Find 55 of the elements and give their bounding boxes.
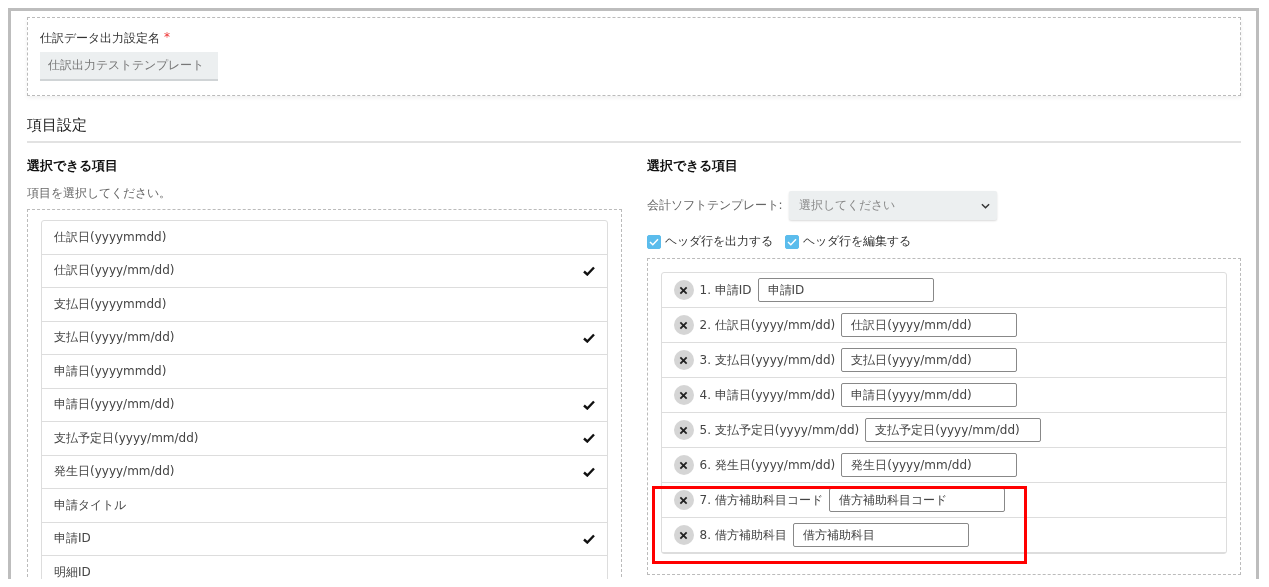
field-label: 1. 申請ID <box>699 281 752 299</box>
list-item[interactable]: 支払日(yyyymmdd) <box>42 288 607 322</box>
header-name-field[interactable]: 申請ID <box>757 278 934 302</box>
checkbox-label: ヘッダ行を編集する <box>802 233 911 250</box>
close-icon <box>679 320 688 330</box>
list-item[interactable]: 発生日(yyyy/mm/dd) <box>42 455 607 489</box>
field-label: 4. 申請日(yyyy/mm/dd) <box>699 386 836 404</box>
checkbox[interactable] <box>784 234 799 249</box>
close-icon <box>679 530 688 540</box>
list-item[interactable]: 支払日(yyyy/mm/dd) <box>42 321 607 355</box>
remove-button[interactable] <box>673 525 694 545</box>
template-label: 会計ソフトテンプレート: <box>646 197 783 214</box>
column-title: 選択できる項目 <box>27 157 119 175</box>
remove-button[interactable] <box>673 455 694 475</box>
list-item[interactable]: 申請タイトル <box>42 489 607 523</box>
section-title: 項目設定 <box>27 116 1241 143</box>
checkbox-label: ヘッダ行を出力する <box>664 233 773 250</box>
field-label: 仕訳データ出力設定名 <box>40 30 160 47</box>
close-icon <box>679 355 688 365</box>
header-name-field[interactable]: 借方補助科目 <box>792 523 969 547</box>
remove-button[interactable] <box>673 490 694 510</box>
field-label: 3. 支払日(yyyy/mm/dd) <box>699 351 836 369</box>
list-item[interactable]: 仕訳日(yyyymmdd) <box>42 221 607 255</box>
list-item[interactable]: 申請ID <box>42 522 607 556</box>
list-item[interactable]: 仕訳日(yyyy/mm/dd) <box>42 254 607 288</box>
header-name-field[interactable]: 申請日(yyyy/mm/dd) <box>841 383 1018 407</box>
header-name-field[interactable]: 借方補助科目コード <box>828 488 1005 512</box>
checkbox[interactable] <box>646 234 661 249</box>
field-label: 5. 支払予定日(yyyy/mm/dd) <box>699 421 860 439</box>
header-name-field[interactable]: 仕訳日(yyyy/mm/dd) <box>841 313 1018 337</box>
close-icon <box>679 495 688 505</box>
field-label: 8. 借方補助科目 <box>699 526 787 544</box>
list-item[interactable]: 申請日(yyyy/mm/dd) <box>42 388 607 422</box>
remove-button[interactable] <box>673 385 694 405</box>
close-icon <box>679 285 688 295</box>
field-label: 6. 発生日(yyyy/mm/dd) <box>699 456 836 474</box>
remove-button[interactable] <box>673 280 694 300</box>
remove-button[interactable] <box>673 315 694 335</box>
list-item[interactable]: 申請日(yyyymmdd) <box>42 355 607 389</box>
list-item[interactable]: 支払予定日(yyyy/mm/dd) <box>42 422 607 456</box>
field-label: 2. 仕訳日(yyyy/mm/dd) <box>699 316 836 334</box>
header-name-field[interactable]: 支払予定日(yyyy/mm/dd) <box>865 418 1042 442</box>
field-label: 7. 借方補助科目コード <box>699 491 823 509</box>
list-item[interactable]: 明細ID <box>42 556 607 579</box>
chevron-down-icon <box>980 202 990 209</box>
hint-text: 項目を選択してください。 <box>27 185 172 202</box>
column-title: 選択できる項目 <box>646 157 739 175</box>
close-icon <box>679 390 688 400</box>
remove-button[interactable] <box>673 420 694 440</box>
required-mark: * <box>164 30 170 46</box>
close-icon <box>679 460 688 470</box>
close-icon <box>679 425 688 435</box>
header-name-field[interactable]: 発生日(yyyy/mm/dd) <box>841 453 1018 477</box>
remove-button[interactable] <box>673 350 694 370</box>
header-name-field[interactable]: 支払日(yyyy/mm/dd) <box>841 348 1018 372</box>
